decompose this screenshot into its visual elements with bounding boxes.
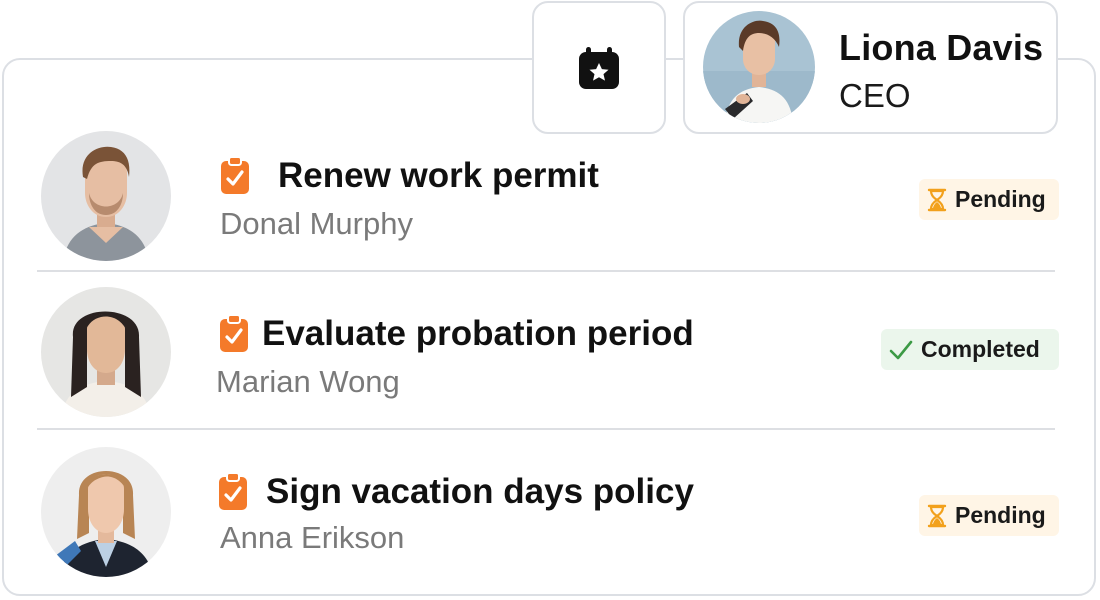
calendar-button[interactable] xyxy=(532,1,666,134)
divider xyxy=(37,428,1055,430)
status-badge: Completed xyxy=(881,329,1059,370)
checkmark-icon xyxy=(889,339,913,361)
task-title: Renew work permit xyxy=(278,156,599,195)
list-item[interactable]: Renew work permit Donal Murphy Pending xyxy=(0,120,1100,270)
divider xyxy=(37,270,1055,272)
status-label: Pending xyxy=(955,502,1046,528)
profile-role: CEO xyxy=(839,77,911,114)
list-item[interactable]: Sign vacation days policy Anna Erikson P… xyxy=(0,438,1100,588)
clipboard-check-icon xyxy=(218,472,248,512)
user-profile-card[interactable]: Liona Davis CEO xyxy=(683,1,1058,134)
avatar xyxy=(703,11,815,128)
clipboard-check-icon xyxy=(219,314,249,354)
task-assignee: Donal Murphy xyxy=(220,206,413,241)
status-label: Completed xyxy=(921,336,1040,362)
hourglass-icon xyxy=(927,504,947,528)
avatar xyxy=(41,447,171,582)
avatar xyxy=(41,131,171,266)
task-assignee: Anna Erikson xyxy=(220,520,405,555)
calendar-star-icon xyxy=(579,46,619,89)
hourglass-icon xyxy=(927,188,947,212)
avatar xyxy=(41,287,171,422)
task-title: Sign vacation days policy xyxy=(266,472,694,511)
list-item[interactable]: Evaluate probation period Marian Wong Co… xyxy=(0,278,1100,428)
status-badge: Pending xyxy=(919,495,1059,536)
clipboard-check-icon xyxy=(220,156,250,196)
task-title: Evaluate probation period xyxy=(262,314,694,353)
task-assignee: Marian Wong xyxy=(216,364,400,399)
status-label: Pending xyxy=(955,186,1046,212)
status-badge: Pending xyxy=(919,179,1059,220)
profile-name: Liona Davis xyxy=(839,27,1044,68)
